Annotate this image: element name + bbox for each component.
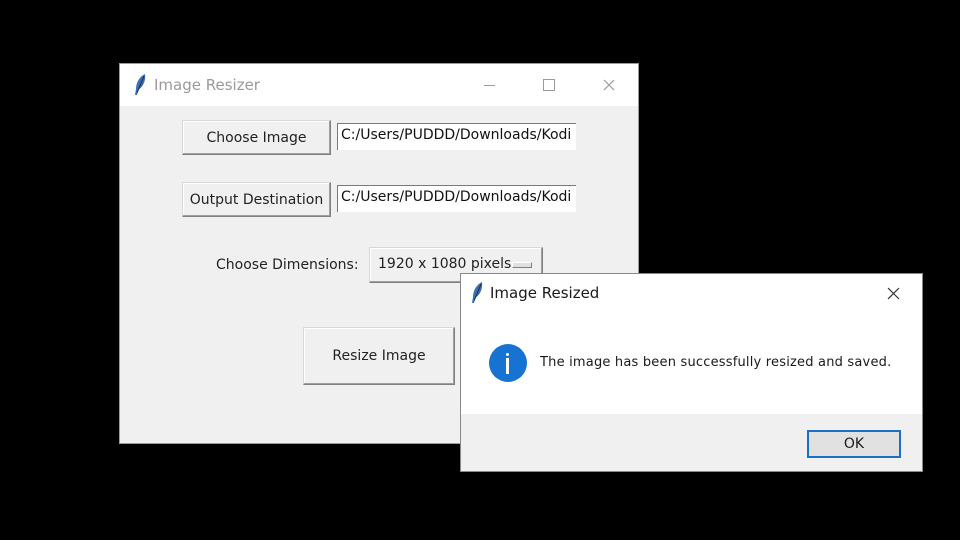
image-resized-dialog: Image Resized The image has been success… xyxy=(461,274,922,471)
dialog-title-bar[interactable]: Image Resized xyxy=(461,274,922,314)
feather-icon xyxy=(135,74,146,95)
maximize-button[interactable] xyxy=(526,70,572,100)
dialog-close-button[interactable] xyxy=(870,278,916,308)
info-icon xyxy=(489,344,527,382)
title-bar[interactable]: Image Resizer xyxy=(120,64,638,106)
dialog-footer: OK xyxy=(461,414,922,471)
info-icon-dot xyxy=(506,353,509,356)
window-title: Image Resizer xyxy=(154,76,260,94)
close-icon xyxy=(887,287,899,299)
dimensions-label: Choose Dimensions: xyxy=(216,257,359,273)
close-icon xyxy=(603,79,615,91)
dimensions-selected-value: 1920 x 1080 pixels xyxy=(378,256,512,272)
input-path-field[interactable]: C:/Users/PUDDD/Downloads/Kodi xyxy=(337,123,576,150)
choose-image-button[interactable]: Choose Image xyxy=(182,120,331,155)
ok-button[interactable]: OK xyxy=(807,430,901,458)
dialog-title: Image Resized xyxy=(490,284,600,302)
output-destination-button[interactable]: Output Destination xyxy=(182,182,331,217)
info-icon-bar xyxy=(506,358,509,374)
feather-icon xyxy=(472,282,483,303)
minimize-icon xyxy=(483,84,495,86)
close-button[interactable] xyxy=(586,70,632,100)
output-path-field[interactable]: C:/Users/PUDDD/Downloads/Kodi xyxy=(337,185,576,212)
maximize-icon xyxy=(543,79,555,91)
resize-image-button[interactable]: Resize Image xyxy=(303,327,455,385)
minimize-button[interactable] xyxy=(466,70,512,100)
dialog-message: The image has been successfully resized … xyxy=(540,355,892,370)
dropdown-indicator-icon xyxy=(512,262,532,268)
